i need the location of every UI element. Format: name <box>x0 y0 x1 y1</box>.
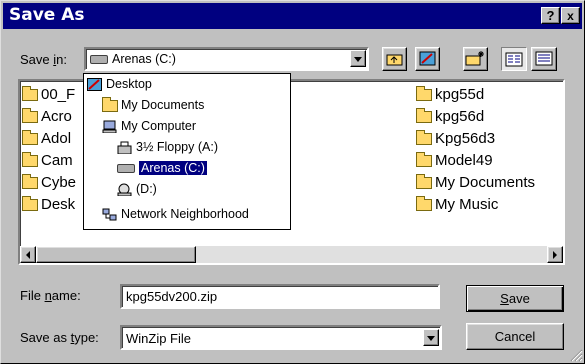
save-as-type-label: Save as type: <box>20 330 99 345</box>
close-button[interactable]: x <box>561 7 580 24</box>
save-as-type-combobox[interactable]: WinZip File <box>120 325 442 350</box>
dialog-title: Save As <box>9 5 85 25</box>
folder-icon <box>22 86 38 102</box>
save-in-label: Save in: <box>20 52 67 67</box>
dropdown-item-arenas-c[interactable]: Arenas (C:) <box>117 159 208 178</box>
folder-icon <box>416 130 432 146</box>
list-item[interactable]: Kpg56d3 <box>416 130 495 147</box>
save-button[interactable]: Save <box>466 285 564 312</box>
list-item[interactable]: My Documents <box>416 174 535 191</box>
list-item[interactable]: Model49 <box>416 152 493 169</box>
file-name-value: kpg55dv200.zip <box>126 289 218 304</box>
new-folder-icon <box>465 51 484 66</box>
save-in-value-wrap: Arenas (C:) <box>90 52 176 66</box>
save-in-dropdown-list: Desktop My Documents My Computer 3½ Flop… <box>83 73 291 230</box>
list-item[interactable]: Adol <box>22 130 71 147</box>
list-view-button[interactable] <box>501 47 527 71</box>
cd-drive-icon <box>117 183 132 197</box>
dropdown-item-d-drive[interactable]: (D:) <box>117 180 157 199</box>
arrow-left-icon <box>26 251 30 259</box>
dropdown-item-my-computer[interactable]: My Computer <box>102 117 196 136</box>
details-view-icon <box>535 51 553 66</box>
resize-grip-icon[interactable] <box>569 348 583 362</box>
my-computer-icon <box>102 120 117 134</box>
list-item[interactable]: Cam <box>22 152 73 169</box>
scroll-left-button[interactable] <box>20 246 36 263</box>
desktop-button[interactable] <box>415 47 440 71</box>
list-item[interactable]: Acro <box>22 108 72 125</box>
list-item[interactable]: Cybe <box>22 174 76 191</box>
save-in-dropdown-button[interactable] <box>350 50 366 67</box>
list-item[interactable]: My Music <box>416 196 498 213</box>
title-bar: Save As ? x <box>3 3 582 29</box>
list-view-icon <box>505 52 523 67</box>
scroll-right-button[interactable] <box>547 246 563 263</box>
folder-icon <box>416 152 432 168</box>
folder-icon <box>22 130 38 146</box>
file-name-label: File name: <box>20 288 81 303</box>
scroll-thumb[interactable] <box>36 246 196 263</box>
list-item[interactable]: kpg56d <box>416 108 484 125</box>
new-folder-button[interactable] <box>463 47 488 71</box>
hard-drive-icon <box>90 55 108 65</box>
folder-icon <box>416 86 432 102</box>
network-icon <box>102 208 117 221</box>
save-as-type-dropdown-button[interactable] <box>423 329 439 346</box>
hard-drive-icon <box>117 164 135 174</box>
folder-icon <box>416 108 432 124</box>
dropdown-item-floppy[interactable]: 3½ Floppy (A:) <box>117 138 218 157</box>
help-icon: ? <box>546 8 555 23</box>
dropdown-item-my-documents[interactable]: My Documents <box>102 96 204 115</box>
cancel-button[interactable]: Cancel <box>466 323 564 350</box>
floppy-icon <box>117 141 132 155</box>
folder-icon <box>22 108 38 124</box>
dropdown-item-network-neighborhood[interactable]: Network Neighborhood <box>102 205 249 224</box>
save-as-type-value: WinZip File <box>126 331 192 346</box>
save-in-combobox[interactable]: Arenas (C:) <box>84 47 369 71</box>
close-icon: x <box>567 9 574 23</box>
save-in-value: Arenas (C:) <box>112 52 176 66</box>
folder-icon <box>22 174 38 190</box>
dropdown-item-desktop[interactable]: Desktop <box>87 75 152 94</box>
my-documents-icon <box>102 96 118 112</box>
desktop-icon <box>419 51 436 66</box>
up-folder-button[interactable] <box>382 47 407 71</box>
list-item[interactable]: Desk <box>22 196 75 213</box>
arrow-right-icon <box>553 251 557 259</box>
file-name-input[interactable]: kpg55dv200.zip <box>120 284 440 309</box>
up-folder-icon <box>386 54 403 66</box>
save-as-dialog: Save As ? x Save in: Arenas (C:) 00_F Ac… <box>0 0 585 364</box>
help-button[interactable]: ? <box>541 7 560 24</box>
folder-icon <box>22 196 38 212</box>
list-item[interactable]: kpg55d <box>416 86 484 103</box>
list-item[interactable]: 00_F <box>22 86 75 103</box>
folder-icon <box>22 152 38 168</box>
folder-icon <box>416 196 432 212</box>
desktop-icon <box>87 78 102 92</box>
my-documents-folder-icon <box>416 174 432 190</box>
details-view-button[interactable] <box>531 47 557 71</box>
horizontal-scrollbar[interactable] <box>20 246 563 263</box>
